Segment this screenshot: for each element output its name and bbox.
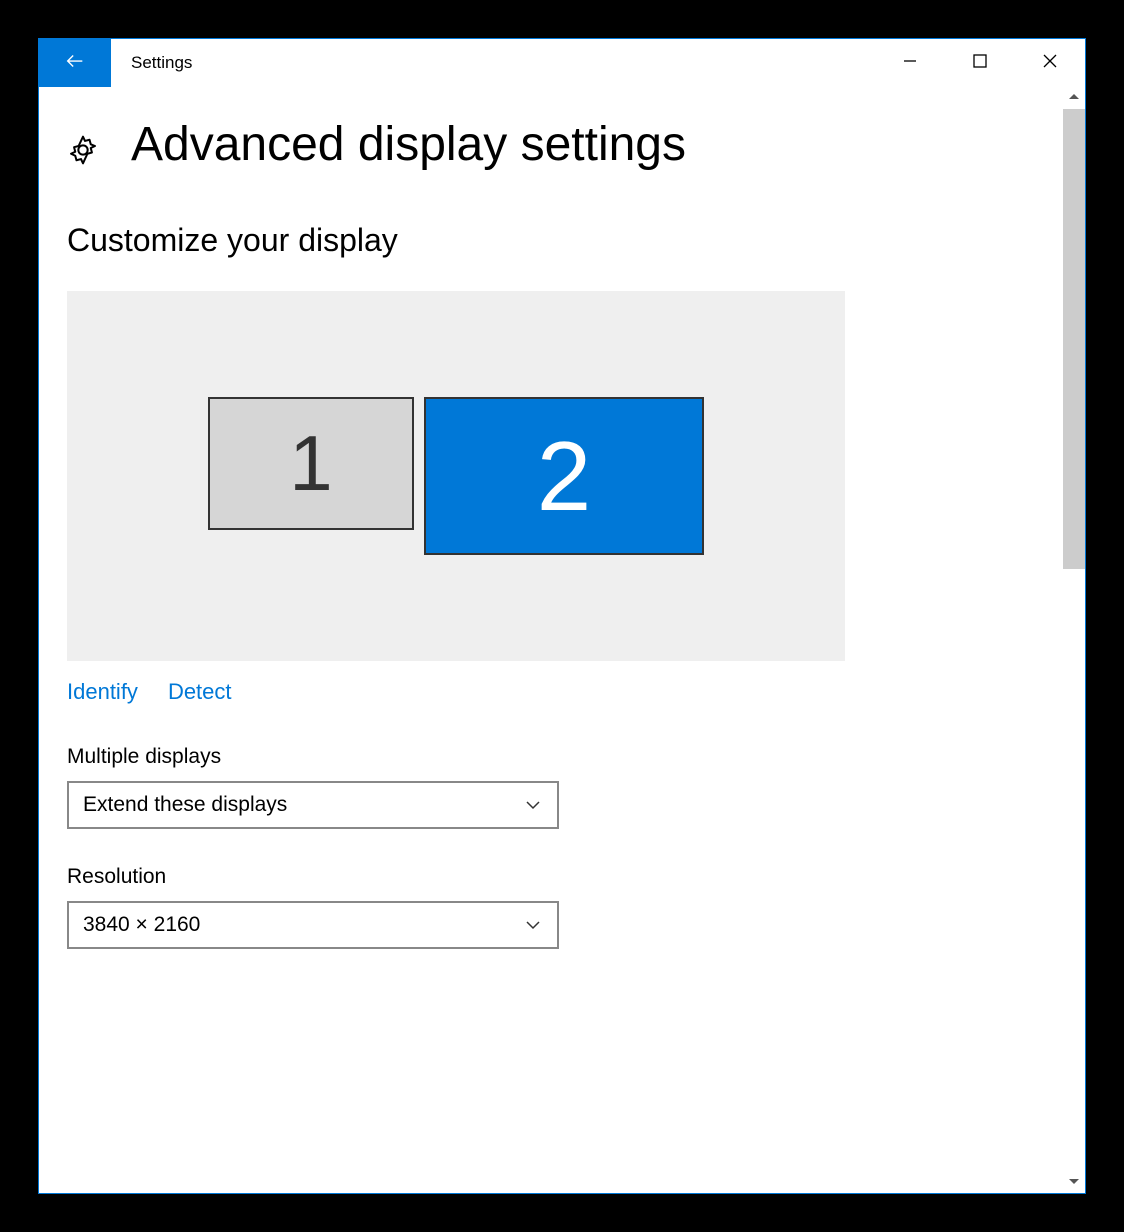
content-wrapper: Advanced display settings Customize your… [39,87,1085,1193]
resolution-group: Resolution 3840 × 2160 [67,865,1035,949]
multiple-displays-value: Extend these displays [83,793,523,817]
resolution-dropdown[interactable]: 3840 × 2160 [67,901,559,949]
page-title: Advanced display settings [131,117,686,172]
section-title-customize: Customize your display [67,222,1035,259]
close-button[interactable] [1015,39,1085,87]
monitor-1[interactable]: 1 [208,397,414,530]
settings-window: Settings [38,38,1086,1194]
monitor-1-label: 1 [289,418,332,509]
vertical-scrollbar[interactable] [1063,87,1085,1193]
scroll-down-button[interactable] [1063,1171,1085,1193]
resolution-label: Resolution [67,865,1035,889]
content-area: Advanced display settings Customize your… [39,87,1063,1193]
identify-link[interactable]: Identify [67,679,138,705]
minimize-icon [902,53,918,74]
monitor-2[interactable]: 2 [424,397,704,555]
resolution-value: 3840 × 2160 [83,913,523,937]
detect-link[interactable]: Detect [168,679,232,705]
back-button[interactable] [39,39,111,87]
multiple-displays-label: Multiple displays [67,745,1035,769]
chevron-down-icon [1069,1173,1079,1191]
close-icon [1042,53,1058,74]
minimize-button[interactable] [875,39,945,87]
window-controls [875,39,1085,87]
titlebar: Settings [39,39,1085,87]
page-header: Advanced display settings [67,117,1035,172]
arrow-left-icon [64,50,86,77]
multiple-displays-dropdown[interactable]: Extend these displays [67,781,559,829]
display-arrangement-area[interactable]: 1 2 [67,291,845,661]
display-links: Identify Detect [67,679,1035,705]
maximize-button[interactable] [945,39,1015,87]
monitor-2-label: 2 [537,420,592,533]
monitors-container: 1 2 [208,397,704,555]
chevron-up-icon [1069,89,1079,107]
multiple-displays-group: Multiple displays Extend these displays [67,745,1035,829]
scroll-up-button[interactable] [1063,87,1085,109]
window-title: Settings [131,53,192,73]
chevron-down-icon [523,795,543,815]
scroll-thumb[interactable] [1063,109,1085,569]
gear-icon [67,134,99,166]
chevron-down-icon [523,915,543,935]
maximize-icon [972,53,988,74]
